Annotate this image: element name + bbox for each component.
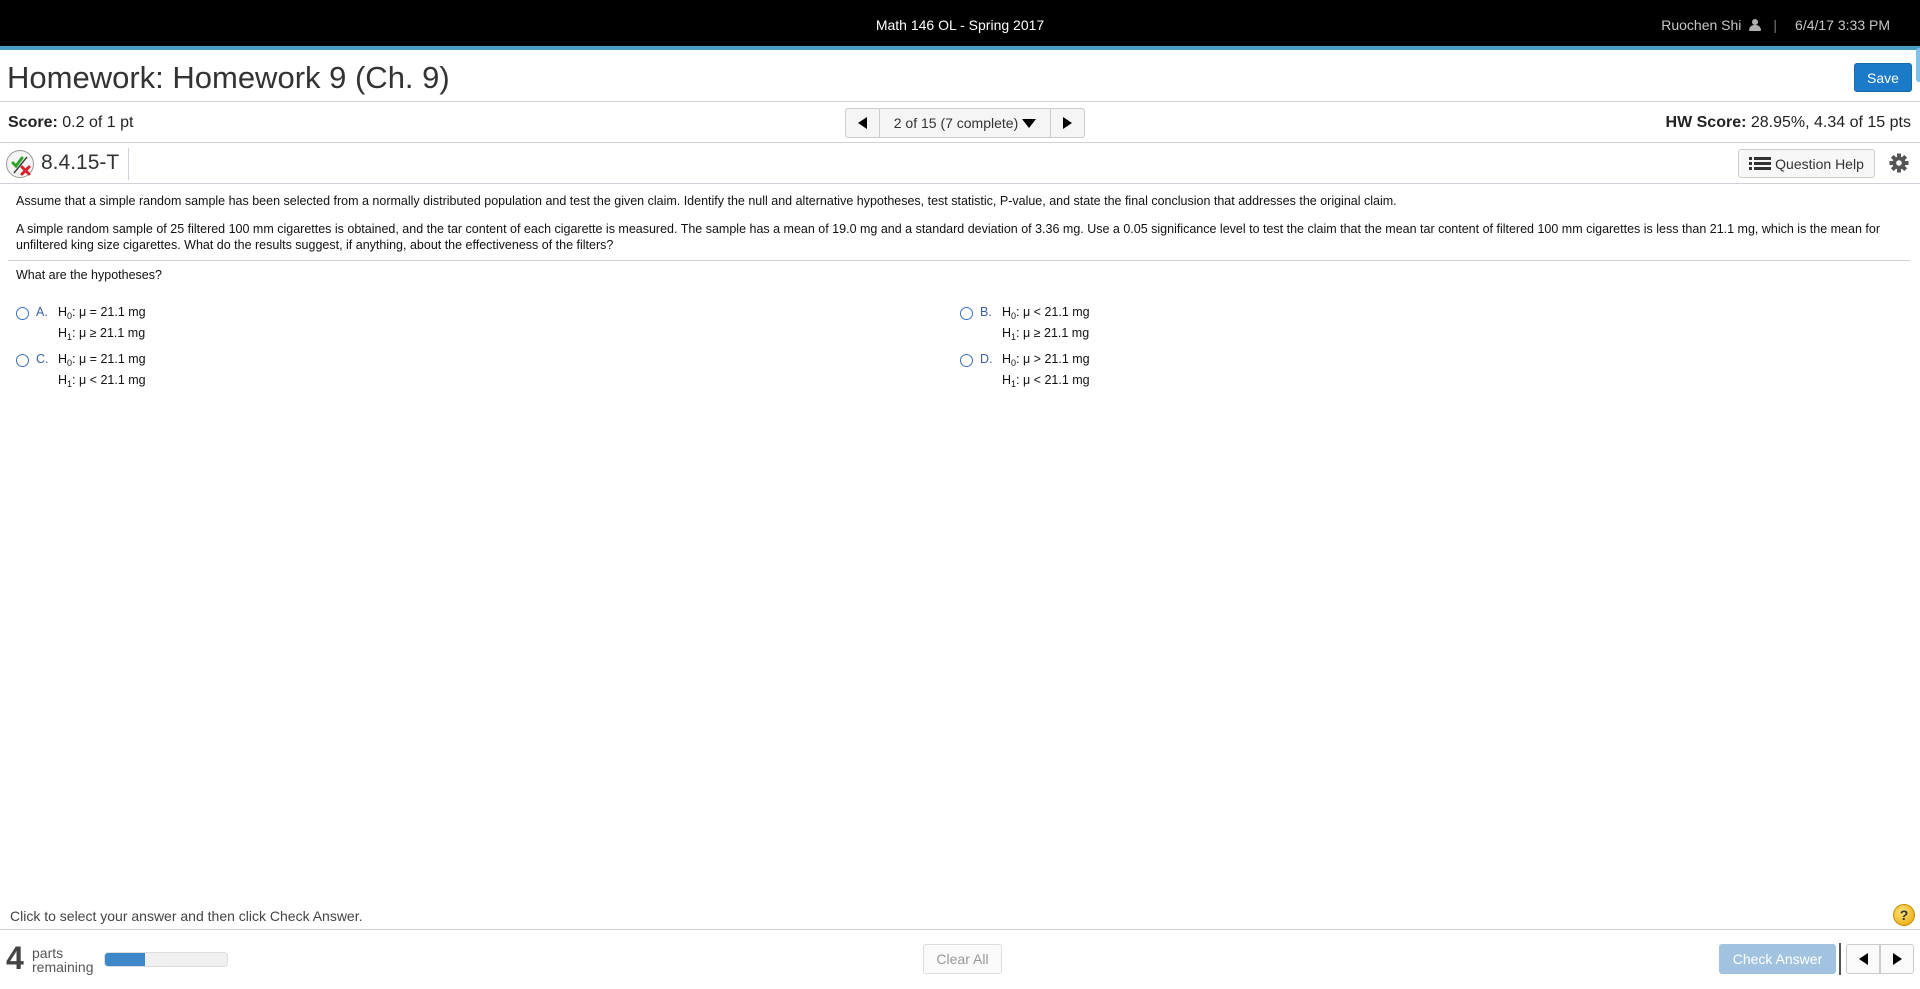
divider: [128, 148, 129, 180]
instruction-hint: Click to select your answer and then cli…: [10, 908, 363, 924]
next-question-button[interactable]: [1050, 109, 1084, 137]
question-body: Assume that a simple random sample has b…: [16, 193, 1906, 265]
null-hypothesis: H0: μ = 21.1 mg: [58, 305, 146, 321]
question-help-label: Question Help: [1775, 155, 1864, 172]
option-letter: D.: [980, 352, 993, 366]
save-button[interactable]: Save: [1854, 63, 1912, 92]
question-header: 8.4.15-T Question Help: [0, 144, 1920, 184]
radio-button[interactable]: [960, 354, 973, 367]
separator: |: [1773, 17, 1778, 33]
check-answer-button[interactable]: Check Answer: [1719, 944, 1836, 974]
parts-remaining-label: parts remaining: [32, 945, 94, 975]
divider: [1839, 943, 1841, 975]
alternative-hypothesis: H1: μ ≥ 21.1 mg: [58, 326, 146, 342]
question-select-dropdown[interactable]: 2 of 15 (7 complete): [880, 109, 1050, 137]
null-hypothesis: H0: μ < 21.1 mg: [1002, 305, 1090, 321]
instructions-text: Assume that a simple random sample has b…: [16, 194, 1397, 208]
previous-question-button[interactable]: [846, 109, 880, 137]
arrow-left-icon: [1858, 953, 1868, 965]
datetime: 6/4/17 3:33 PM: [1795, 17, 1890, 33]
score-row: Score: 0.2 of 1 pt 2 of 15 (7 complete) …: [0, 103, 1920, 143]
parts-progress-bar: [104, 952, 228, 967]
arrow-right-icon: [1892, 953, 1902, 965]
list-icon: [1749, 156, 1772, 171]
question-help-button[interactable]: Question Help: [1738, 149, 1875, 178]
null-hypothesis: H0: μ > 21.1 mg: [1002, 352, 1090, 368]
next-question-button[interactable]: [1880, 945, 1913, 973]
option-letter: C.: [36, 352, 49, 366]
user-name[interactable]: Ruochen Shi: [1661, 17, 1741, 33]
question-position: 2 of 15 (7 complete): [893, 115, 1019, 131]
course-title: Math 146 OL - Spring 2017: [875, 17, 1045, 33]
homework-header: Homework: Homework 9 (Ch. 9) Save: [0, 54, 1920, 102]
clear-all-button[interactable]: Clear All: [923, 944, 1002, 974]
footer-navigator: [1846, 944, 1914, 974]
alternative-hypothesis: H1: μ ≥ 21.1 mg: [1002, 326, 1090, 342]
radio-button[interactable]: [16, 307, 29, 320]
question-score: Score: 0.2 of 1 pt: [8, 114, 133, 132]
score-value: 0.2 of 1 pt: [62, 114, 134, 131]
user-area: Ruochen Shi | 6/4/17 3:33 PM: [1661, 17, 1890, 33]
divider: [0, 929, 1920, 930]
caret-down-icon: [1022, 118, 1037, 128]
null-hypothesis: H0: μ = 21.1 mg: [58, 352, 146, 368]
previous-question-button[interactable]: [1847, 945, 1880, 973]
question-prompt: What are the hypotheses?: [16, 268, 162, 282]
score-label: Score:: [8, 114, 58, 131]
top-bar: Math 146 OL - Spring 2017 Ruochen Shi | …: [0, 0, 1920, 50]
hw-score-value: 28.95%, 4.34 of 15 pts: [1750, 114, 1911, 131]
alternative-hypothesis: H1: μ < 21.1 mg: [58, 373, 146, 389]
option-letter: A.: [36, 305, 48, 319]
problem-text: A simple random sample of 25 filtered 10…: [16, 222, 1880, 252]
user-icon: [1749, 19, 1762, 31]
page-title: Homework: Homework 9 (Ch. 9): [7, 60, 450, 95]
gear-icon[interactable]: [1889, 153, 1909, 173]
arrow-left-icon: [858, 117, 867, 129]
progress-fill: [105, 953, 146, 966]
help-icon[interactable]: ?: [1893, 904, 1915, 926]
parts-remaining-count: 4: [6, 940, 24, 976]
hw-score: HW Score: 28.95%, 4.34 of 15 pts: [1666, 114, 1911, 132]
option-letter: B.: [980, 305, 992, 319]
hw-score-label: HW Score:: [1665, 114, 1747, 131]
divider: [8, 260, 1910, 261]
question-id: 8.4.15-T: [41, 151, 120, 174]
partial-credit-icon: [6, 150, 34, 178]
question-navigator: 2 of 15 (7 complete): [845, 108, 1085, 138]
alternative-hypothesis: H1: μ < 21.1 mg: [1002, 373, 1090, 389]
radio-button[interactable]: [960, 307, 973, 320]
arrow-right-icon: [1063, 117, 1072, 129]
radio-button[interactable]: [16, 354, 29, 367]
